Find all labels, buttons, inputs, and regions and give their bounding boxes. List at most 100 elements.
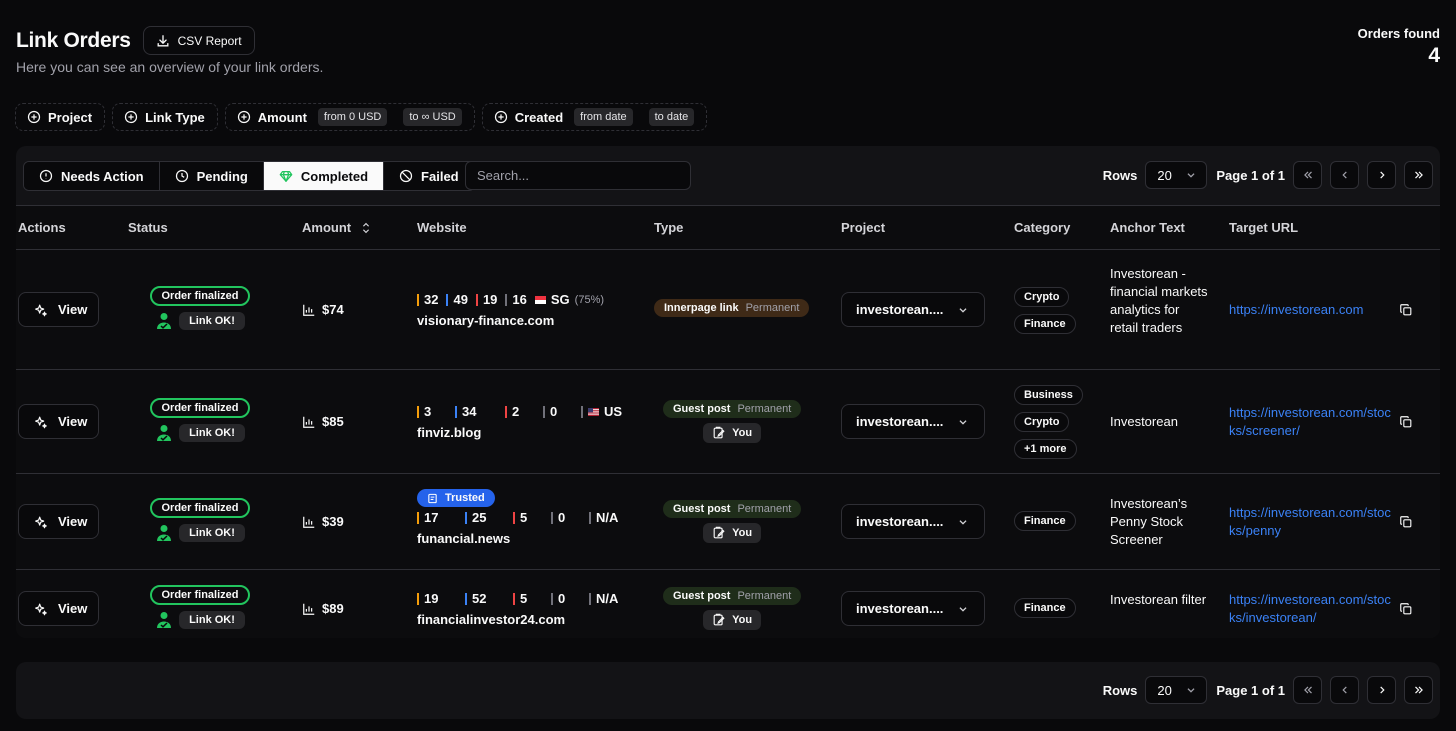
website-metrics: 17 25 5 0 N/A — [417, 510, 618, 525]
created-to-chip[interactable]: to date — [648, 108, 695, 126]
anchor-text: Investorean — [1110, 414, 1178, 429]
type-badge: Guest post Permanent — [663, 500, 802, 518]
metric: 25 — [465, 510, 505, 525]
col-amount-label: Amount — [302, 220, 352, 235]
metric: 19 — [475, 292, 497, 307]
target-url-link[interactable]: https://investorean.com/stocks/investore… — [1229, 591, 1393, 627]
project-value: investorean.... — [856, 514, 944, 529]
filter-project[interactable]: Project — [15, 103, 106, 131]
sparkle-icon — [35, 516, 47, 528]
plus-circle-icon — [494, 110, 507, 124]
geo: N/A — [589, 591, 618, 606]
status-cell: Order finalized Link OK! — [150, 498, 250, 542]
chevron-down-icon — [959, 519, 967, 525]
link-check: Link OK! — [155, 312, 245, 330]
prev-page-button[interactable] — [1330, 676, 1359, 704]
page-indicator: Page 1 of 1 — [1216, 682, 1285, 698]
domain: funancial.news — [417, 531, 511, 546]
target-url-link[interactable]: https://investorean.com/stocks/penny — [1229, 504, 1393, 540]
duration-label: Permanent — [737, 403, 792, 415]
orders-found-label: Orders found — [1357, 26, 1440, 41]
rows-per-page-select[interactable]: 20 — [1145, 676, 1208, 704]
metric: 49 — [446, 292, 468, 307]
type-label: Guest post — [673, 503, 731, 515]
tab-pending[interactable]: Pending — [159, 162, 264, 190]
copy-icon[interactable] — [1399, 415, 1413, 429]
copy-icon[interactable] — [1399, 303, 1413, 317]
download-icon — [157, 34, 169, 46]
amount-cell: $39 — [302, 514, 344, 529]
view-button[interactable]: View — [18, 504, 99, 539]
type-cell: Guest post Permanent You — [663, 500, 802, 543]
category-cell: Finance — [1014, 598, 1076, 618]
project-select[interactable]: investorean.... — [841, 591, 985, 626]
filter-link-type[interactable]: Link Type — [112, 103, 218, 131]
status-tabs: Needs Action Pending Completed Failed — [23, 161, 475, 191]
project-select[interactable]: investorean.... — [841, 504, 985, 539]
tab-completed[interactable]: Completed — [263, 162, 385, 190]
view-label: View — [58, 302, 88, 317]
rows-label: Rows — [1102, 682, 1138, 698]
amount-value: $85 — [322, 414, 344, 429]
type-badge: Guest post Permanent — [663, 400, 802, 418]
next-page-button[interactable] — [1367, 161, 1396, 189]
target-url-link[interactable]: https://investorean.com — [1229, 301, 1393, 319]
copy-icon[interactable] — [1399, 602, 1413, 616]
category-cell: Crypto Finance — [1014, 287, 1076, 334]
amount-from-chip[interactable]: from 0 USD — [317, 108, 388, 126]
prev-page-button[interactable] — [1330, 161, 1359, 189]
rows-per-page-select[interactable]: 20 — [1145, 161, 1208, 189]
search-input[interactable] — [465, 161, 691, 190]
link-check: Link OK! — [155, 611, 245, 629]
chevron-down-icon — [959, 606, 967, 612]
last-page-button[interactable] — [1404, 161, 1433, 189]
sparkle-icon — [35, 603, 47, 615]
csv-report-button[interactable]: CSV Report — [142, 26, 255, 55]
clipboard-edit-icon — [713, 426, 725, 439]
flag-sg-icon — [534, 295, 546, 304]
chevron-down-icon — [1187, 173, 1195, 178]
amount-value: $39 — [322, 514, 344, 529]
target-url-link[interactable]: https://investorean.com/stocks/screener/ — [1229, 404, 1393, 440]
pagination-top: Rows 20 Page 1 of 1 — [1103, 161, 1433, 189]
tab-failed[interactable]: Failed — [384, 162, 474, 190]
project-select[interactable]: investorean.... — [841, 404, 985, 439]
author-label: You — [732, 527, 753, 539]
website-cell: 3 34 2 0 US finviz.blog — [417, 404, 622, 440]
tab-needs-action[interactable]: Needs Action — [24, 162, 160, 190]
created-from-chip[interactable]: from date — [574, 108, 633, 126]
category-cell: Finance — [1014, 511, 1076, 531]
filter-amount[interactable]: Amount from 0 USD to ∞ USD — [224, 103, 475, 131]
copy-icon[interactable] — [1399, 515, 1413, 529]
geo-code: N/A — [596, 510, 619, 525]
project-select[interactable]: investorean.... — [841, 292, 985, 327]
category-badge: Finance — [1014, 598, 1076, 618]
category-badge: Business — [1014, 385, 1083, 405]
status-cell: Order finalized Link OK! — [150, 286, 250, 330]
next-page-button[interactable] — [1367, 676, 1396, 704]
metric: 16 — [505, 292, 527, 307]
type-label: Innerpage link — [664, 302, 739, 314]
amount-to-chip[interactable]: to ∞ USD — [403, 108, 462, 126]
filter-created[interactable]: Created from date to date — [481, 103, 708, 131]
clipboard-edit-icon — [713, 613, 725, 626]
last-page-button[interactable] — [1404, 676, 1433, 704]
view-button[interactable]: View — [18, 591, 99, 626]
view-button[interactable]: View — [18, 404, 99, 439]
category-more-badge[interactable]: +1 more — [1014, 439, 1077, 459]
anchor-text: Investorean - financial markets analytic… — [1110, 266, 1208, 335]
first-page-button[interactable] — [1293, 676, 1322, 704]
view-button[interactable]: View — [18, 292, 99, 327]
category-badge: Crypto — [1014, 412, 1070, 432]
col-amount[interactable]: Amount — [302, 220, 373, 235]
metric: 5 — [513, 591, 543, 606]
metric: 34 — [455, 404, 497, 419]
filter-created-label: Created — [514, 109, 564, 125]
col-target-url: Target URL — [1229, 220, 1299, 235]
link-ok-badge: Link OK! — [179, 524, 245, 542]
anchor-text: Investorean’s Penny Stock Screener — [1110, 496, 1188, 547]
sparkle-icon — [35, 416, 47, 428]
document-icon — [428, 493, 437, 503]
first-page-button[interactable] — [1293, 161, 1322, 189]
table-row: View Order finalized Link OK! $39 Truste… — [16, 474, 1440, 570]
